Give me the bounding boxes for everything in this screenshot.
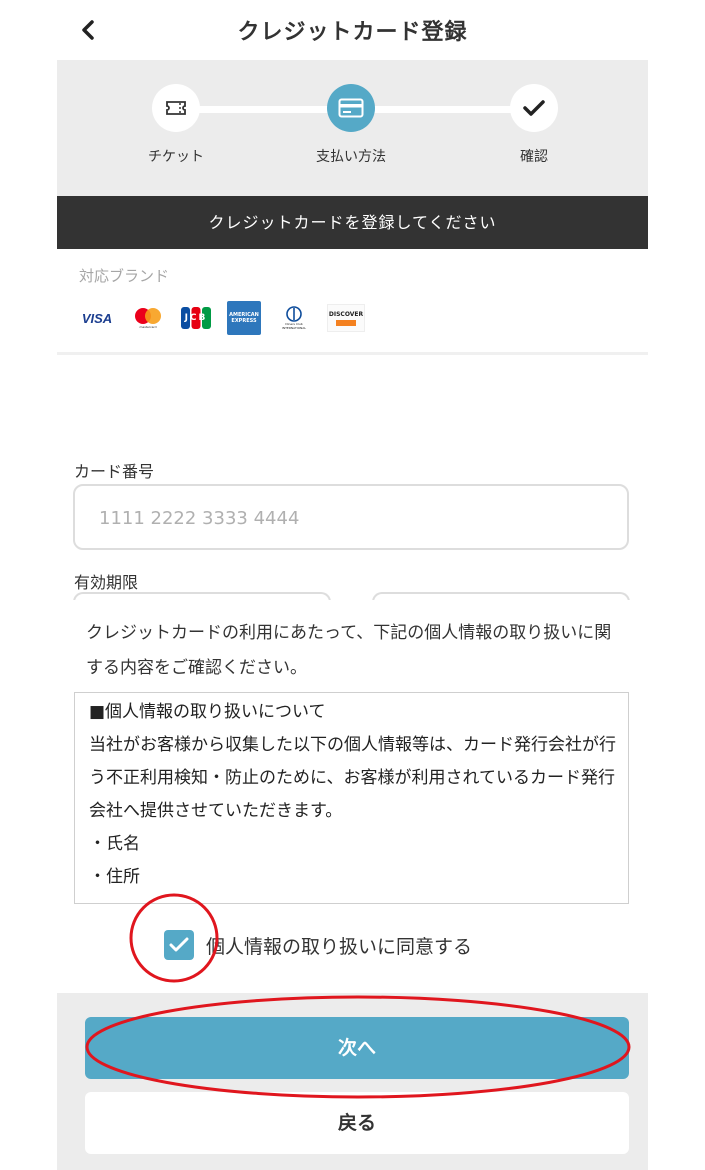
privacy-consent-panel: クレジットカードの利用にあたって、下記の個人情報の取り扱いに関する内容をご確認く…	[57, 600, 648, 993]
brand-logo-row: VISA mastercard JCB AMERICAN EXPRESS Din…	[79, 301, 381, 335]
credit-card-icon	[338, 98, 364, 118]
instruction-banner: クレジットカードを登録してください	[57, 196, 648, 249]
discover-logo: DISCOVER	[327, 304, 365, 332]
card-number-input[interactable]	[97, 486, 601, 550]
step-confirm: 確認	[484, 84, 584, 166]
expiry-label: 有効期限	[74, 573, 139, 592]
policy-title: ■個人情報の取り扱いについて	[89, 702, 326, 722]
agree-label: 個人情報の取り扱いに同意する	[206, 935, 473, 958]
brands-label: 対応ブランド	[79, 267, 170, 285]
checkmark-icon	[169, 937, 189, 952]
app-header: クレジットカード登録	[0, 0, 705, 60]
footer-actions: 次へ 戻る	[57, 993, 648, 1170]
policy-item-address: ・住所	[89, 867, 140, 887]
step-payment-method: 支払い方法	[301, 84, 401, 166]
card-number-label: カード番号	[74, 462, 155, 481]
mastercard-logo: mastercard	[131, 307, 165, 329]
step-confirm-label: 確認	[520, 149, 548, 165]
back-step-button[interactable]: 戻る	[85, 1092, 629, 1154]
next-button[interactable]: 次へ	[85, 1017, 629, 1079]
step-ticket-circle	[152, 84, 200, 132]
step-payment-label: 支払い方法	[316, 149, 386, 165]
ticket-icon	[166, 101, 186, 115]
jcb-logo: JCB	[181, 307, 211, 329]
supported-brands: 対応ブランド VISA mastercard JCB AMERICAN EXPR…	[57, 249, 648, 355]
policy-body: 当社がお客様から収集した以下の個人情報等は、カード発行会社が行う不正利用検知・防…	[89, 735, 616, 821]
visa-logo: VISA	[81, 310, 113, 326]
step-ticket: チケット	[126, 84, 226, 166]
step-ticket-label: チケット	[148, 149, 204, 165]
progress-stepper: チケット 支払い方法 確認	[57, 60, 648, 196]
amex-logo: AMERICAN EXPRESS	[227, 301, 261, 335]
card-number-field[interactable]	[73, 484, 629, 550]
agree-checkbox[interactable]	[164, 930, 194, 960]
check-icon	[523, 100, 545, 116]
consent-intro: クレジットカードの利用にあたって、下記の個人情報の取り扱いに関する内容をご確認く…	[86, 623, 612, 678]
page-title: クレジットカード登録	[237, 20, 468, 45]
policy-item-name: ・氏名	[89, 834, 140, 854]
diners-club-logo: Diners Club INTERNATIONAL	[277, 306, 311, 330]
step-confirm-circle	[510, 84, 558, 132]
agree-checkbox-row[interactable]: 個人情報の取り扱いに同意する	[164, 930, 472, 960]
step-payment-circle	[327, 84, 375, 132]
privacy-policy-scrollbox[interactable]: ■個人情報の取り扱いについて 当社がお客様から収集した以下の個人情報等は、カード…	[74, 692, 629, 904]
